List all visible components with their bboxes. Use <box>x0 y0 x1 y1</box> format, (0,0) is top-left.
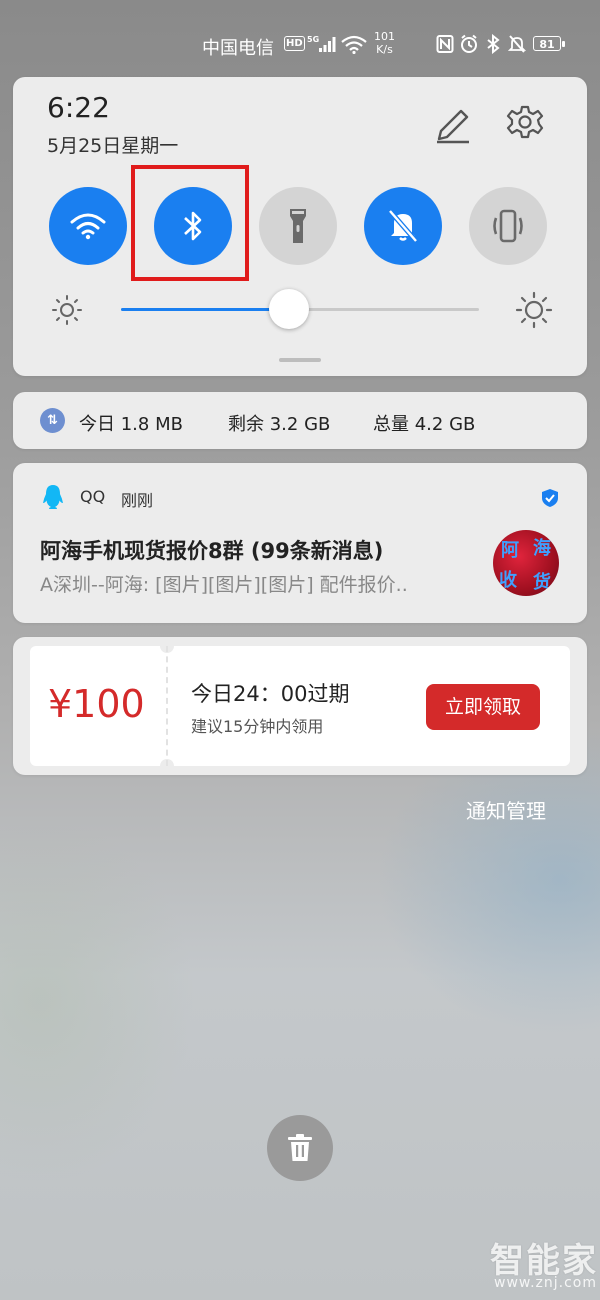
notification-manage-link[interactable]: 通知管理 <box>466 795 546 824</box>
group-avatar: 阿 海 收 货 <box>493 530 559 596</box>
claim-button[interactable]: 立即领取 <box>426 684 540 730</box>
silent-toggle[interactable] <box>364 187 442 265</box>
battery-indicator: 81 <box>533 36 565 51</box>
quick-settings-panel: 6:22 5月25日星期一 <box>13 77 587 376</box>
bell-muted-icon <box>388 209 418 243</box>
coupon-hint: 建议15分钟内领用 <box>191 717 324 736</box>
avatar-char: 海 <box>533 538 551 559</box>
speed-value: 101 <box>374 30 395 43</box>
data-total: 总量 4.2 GB <box>373 414 476 435</box>
qq-penguin-icon <box>41 484 65 510</box>
avatar-char: 阿 <box>501 540 519 561</box>
bluetooth-highlight-box <box>131 165 249 281</box>
network-speed: 101 K/s <box>374 30 395 56</box>
data-today: 今日 1.8 MB <box>79 414 183 435</box>
watermark-url: www.znj.com <box>494 1275 597 1291</box>
alarm-icon <box>460 34 478 54</box>
data-usage-card[interactable]: ⇅ 今日 1.8 MB 剩余 3.2 GB 总量 4.2 GB <box>13 392 587 449</box>
gear-icon[interactable] <box>505 104 545 144</box>
verified-shield-icon <box>541 488 559 508</box>
avatar-char: 货 <box>533 572 551 593</box>
clock-time: 6:22 <box>47 91 110 124</box>
flashlight-icon <box>290 209 306 243</box>
hd-badge: HD <box>284 36 305 51</box>
bluetooth-status-icon <box>484 33 502 55</box>
avatar-char: 收 <box>499 570 517 591</box>
data-transfer-icon: ⇅ <box>40 408 65 433</box>
coupon-expiry: 今日24：00过期 <box>191 682 350 706</box>
brightness-low-icon <box>51 294 83 326</box>
signal-icon: 5G <box>307 34 337 54</box>
clock-date: 5月25日星期一 <box>47 135 179 157</box>
wifi-toggle[interactable] <box>49 187 127 265</box>
edit-icon[interactable] <box>433 105 473 145</box>
carrier-name: 中国电信 <box>202 38 274 59</box>
brightness-high-icon <box>515 291 553 329</box>
wifi-icon <box>70 213 106 240</box>
coupon-notification[interactable]: ¥100 今日24：00过期 建议15分钟内领用 立即领取 <box>13 637 587 775</box>
brightness-slider-fill <box>121 308 290 311</box>
speed-unit: K/s <box>376 43 393 56</box>
coupon-divider <box>166 646 168 766</box>
notification-body: A深圳--阿海: [图片][图片][图片] 配件报价.. <box>40 574 408 596</box>
wifi-status-icon <box>340 34 368 55</box>
notification-time: 刚刚 <box>121 491 154 510</box>
bell-muted-status-icon <box>507 34 527 54</box>
status-icons <box>436 33 527 55</box>
notification-app-name: QQ <box>80 487 106 506</box>
trash-icon <box>288 1134 312 1161</box>
nfc-icon <box>436 34 454 54</box>
brightness-slider[interactable] <box>121 289 479 329</box>
site-watermark: 智能家 www.znj.com <box>488 1233 598 1295</box>
vibrate-toggle[interactable] <box>469 187 547 265</box>
flashlight-toggle[interactable] <box>259 187 337 265</box>
brightness-slider-thumb[interactable] <box>269 289 310 329</box>
clear-all-button[interactable] <box>267 1115 333 1181</box>
qq-notification[interactable]: QQ 刚刚 阿海手机现货报价8群 (99条新消息) A深圳--阿海: [图片][… <box>13 463 587 623</box>
network-type-label: 5G <box>307 35 319 44</box>
panel-drag-handle[interactable] <box>279 358 321 362</box>
coupon: ¥100 今日24：00过期 建议15分钟内领用 立即领取 <box>30 639 570 773</box>
status-bar: 中国电信 HD 5G 101 K/s 81 <box>0 28 600 62</box>
data-remaining: 剩余 3.2 GB <box>228 414 331 435</box>
coupon-amount: ¥100 <box>48 682 145 726</box>
vibrate-icon <box>493 209 523 243</box>
notification-title: 阿海手机现货报价8群 (99条新消息) <box>40 539 384 563</box>
